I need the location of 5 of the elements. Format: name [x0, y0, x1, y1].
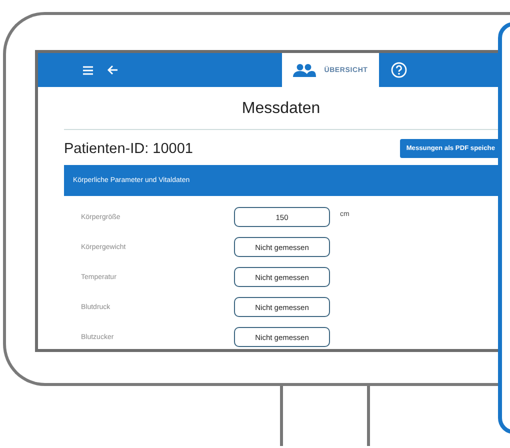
page-title: Messdaten [64, 87, 498, 130]
patient-id: Patienten-ID: 10001 [64, 140, 193, 156]
people-icon [293, 64, 316, 76]
back-arrow-icon[interactable] [107, 65, 118, 75]
menu-icon[interactable] [83, 66, 93, 74]
